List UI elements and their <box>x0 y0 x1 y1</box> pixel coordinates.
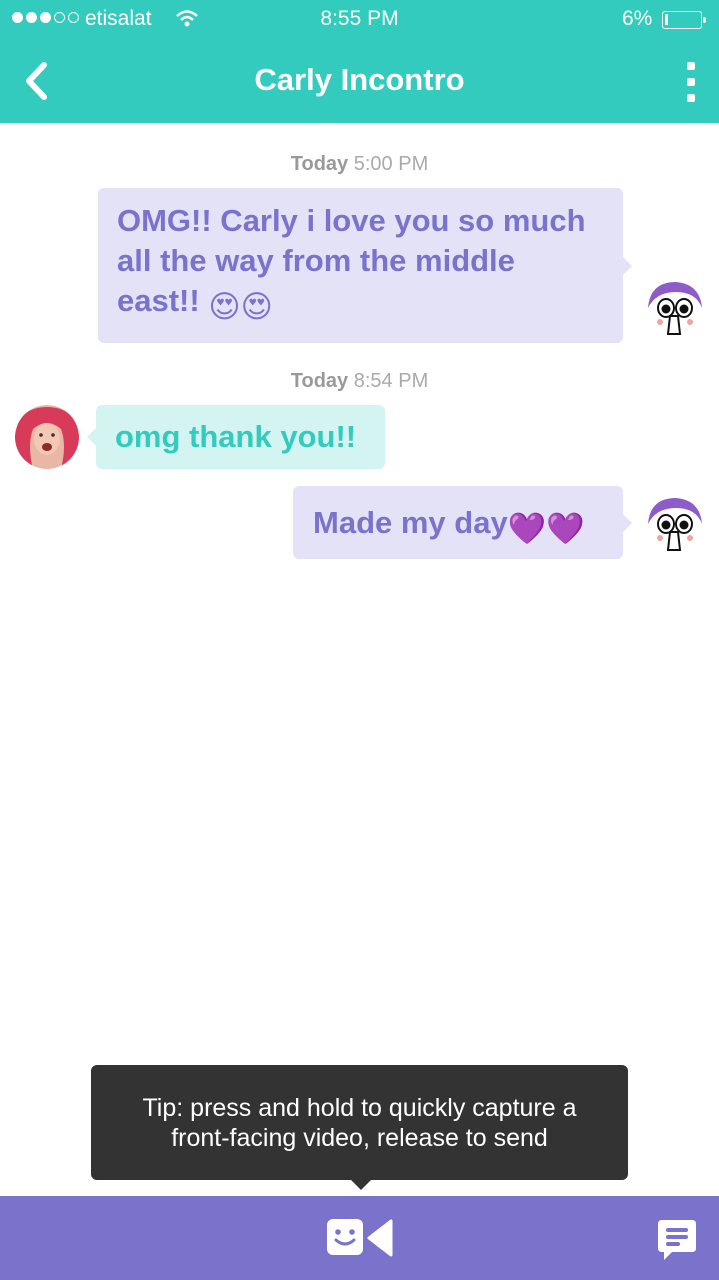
timestamp-day: Today <box>290 370 349 392</box>
tip-text: Tip: press and hold to quickly capture a… <box>142 1094 577 1152</box>
video-record-button[interactable] <box>325 1217 395 1259</box>
message-bubble-sent[interactable]: OMG!! Carly i love you so much all the w… <box>98 188 632 343</box>
timestamp-group-1: Today 5:00 PM <box>0 153 719 176</box>
video-camera-smile-icon <box>327 1219 393 1257</box>
chat-bubble-icon <box>658 1220 696 1260</box>
navigation-bar: Carly Incontro <box>0 40 719 123</box>
vertical-dots-icon <box>687 62 695 70</box>
purple-heart-emoji-icon: 💜💜 <box>507 511 585 546</box>
my-avatar[interactable] <box>642 278 706 342</box>
conversation-title: Carly Incontro <box>254 62 465 97</box>
timestamp-group-2: Today 8:54 PM <box>0 370 719 393</box>
contact-avatar[interactable] <box>15 405 79 469</box>
text-chat-button[interactable] <box>656 1218 698 1262</box>
heart-eyes-emoji-icon: 😍😍 <box>208 289 273 324</box>
bottom-bar <box>0 1196 719 1280</box>
my-avatar[interactable] <box>642 494 706 558</box>
message-text: OMG!! Carly i love you so much all the w… <box>117 203 586 318</box>
battery-icon <box>662 11 706 29</box>
message-bubble-sent[interactable]: Made my day💜💜 <box>293 486 632 559</box>
more-options-button[interactable] <box>676 60 706 104</box>
message-text: Made my day <box>313 505 508 540</box>
top-bar: etisalat 8:55 PM 6% Carly Incontro <box>0 0 719 123</box>
tip-tooltip: Tip: press and hold to quickly capture a… <box>91 1065 628 1190</box>
timestamp-time: 8:54 PM <box>353 370 429 392</box>
battery-percent: 6% <box>622 7 653 30</box>
message-text: omg thank you!! <box>115 419 357 454</box>
status-time: 8:55 PM <box>320 7 399 30</box>
status-bar: etisalat 8:55 PM 6% <box>0 0 719 40</box>
timestamp-time: 5:00 PM <box>353 153 429 175</box>
timestamp-day: Today <box>290 153 349 175</box>
message-bubble-received[interactable]: omg thank you!! <box>87 405 385 469</box>
